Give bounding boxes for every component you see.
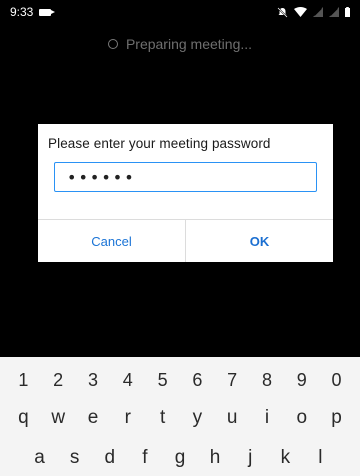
preparing-status: Preparing meeting...	[0, 36, 360, 52]
soft-keyboard: 1 2 3 4 5 6 7 8 9 0 q w e r t y u i o p …	[0, 357, 360, 476]
keyboard-asdf-row: a s d f g h j k l	[0, 439, 360, 476]
spinner-icon	[107, 39, 118, 49]
password-dialog: Please enter your meeting password •••••…	[38, 124, 333, 262]
bell-off-icon	[277, 6, 288, 18]
signal-icon-2	[329, 7, 339, 17]
key-p[interactable]: p	[322, 407, 352, 429]
key-2[interactable]: 2	[43, 370, 73, 391]
key-0[interactable]: 0	[322, 370, 352, 391]
dialog-title: Please enter your meeting password	[48, 136, 271, 151]
status-left: 9:33	[10, 5, 56, 19]
status-right	[277, 6, 350, 18]
key-5[interactable]: 5	[148, 370, 178, 391]
meeting-screen: 9:33 Preparing meeting... Please enter y…	[0, 0, 360, 476]
preparing-text: Preparing meeting...	[125, 36, 253, 52]
key-6[interactable]: 6	[182, 370, 212, 391]
key-o[interactable]: o	[287, 407, 317, 429]
wifi-icon	[294, 7, 307, 17]
key-q[interactable]: q	[8, 407, 38, 429]
key-l[interactable]: l	[305, 447, 335, 469]
ok-button[interactable]: OK	[186, 220, 333, 262]
cancel-button[interactable]: Cancel	[38, 220, 185, 262]
key-8[interactable]: 8	[252, 370, 282, 391]
video-camera-icon	[39, 8, 56, 16]
key-k[interactable]: k	[270, 447, 300, 469]
key-j[interactable]: j	[235, 447, 265, 469]
key-4[interactable]: 4	[113, 370, 143, 391]
key-r[interactable]: r	[113, 407, 143, 429]
key-9[interactable]: 9	[287, 370, 317, 391]
status-bar: 9:33	[0, 0, 360, 24]
key-3[interactable]: 3	[78, 370, 108, 391]
key-a[interactable]: a	[25, 447, 55, 469]
keyboard-qwerty-row: q w e r t y u i o p	[0, 399, 360, 437]
key-w[interactable]: w	[43, 407, 73, 429]
key-s[interactable]: s	[60, 447, 90, 469]
key-u[interactable]: u	[217, 407, 247, 429]
battery-icon	[345, 7, 350, 17]
keyboard-digit-row: 1 2 3 4 5 6 7 8 9 0	[0, 363, 360, 397]
key-e[interactable]: e	[78, 407, 108, 429]
key-1[interactable]: 1	[8, 370, 38, 391]
key-d[interactable]: d	[95, 447, 125, 469]
key-7[interactable]: 7	[217, 370, 247, 391]
key-i[interactable]: i	[252, 407, 282, 429]
key-y[interactable]: y	[182, 407, 212, 429]
key-t[interactable]: t	[148, 407, 178, 429]
key-g[interactable]: g	[165, 447, 195, 469]
signal-icon	[313, 7, 323, 17]
key-f[interactable]: f	[130, 447, 160, 469]
password-input[interactable]: ••••••	[54, 162, 317, 192]
status-time: 9:33	[10, 5, 34, 19]
key-h[interactable]: h	[200, 447, 230, 469]
